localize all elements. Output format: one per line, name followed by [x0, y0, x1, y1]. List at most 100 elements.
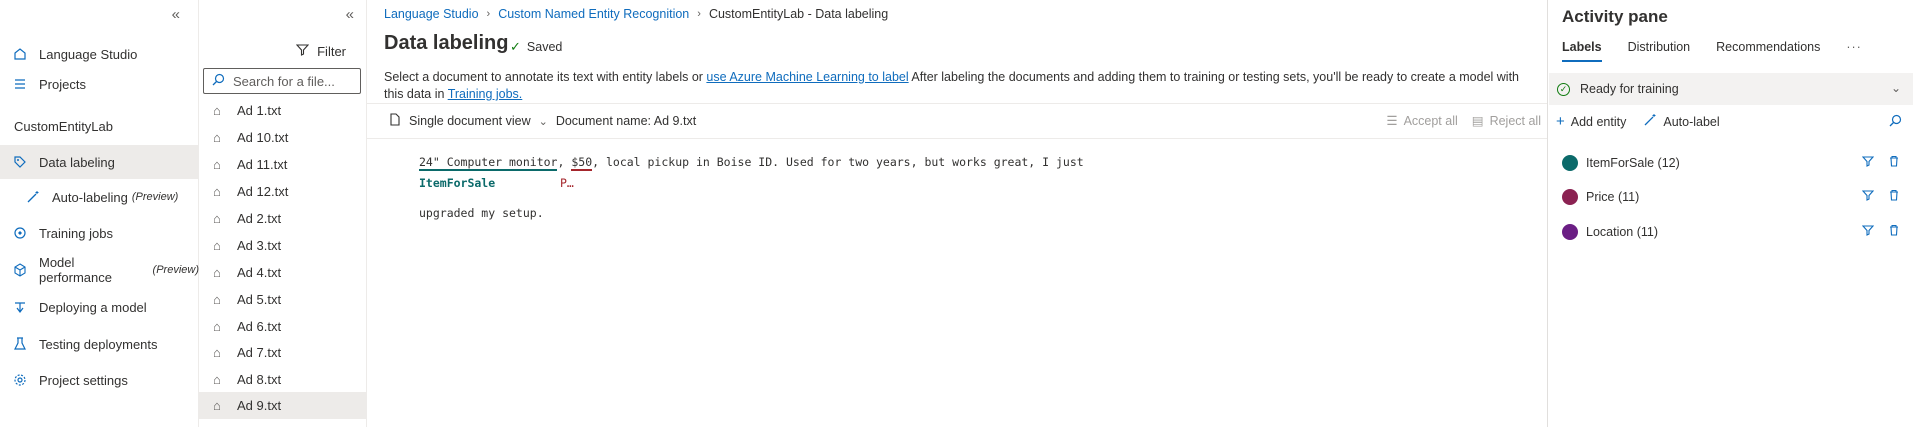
nav-item-training-jobs[interactable]: Training jobs	[0, 216, 199, 250]
file-search-input[interactable]: Search for a file...	[203, 68, 361, 94]
file-name: Ad 2.txt	[237, 211, 282, 226]
nav-label: Projects	[39, 76, 86, 92]
filter-button[interactable]: Filter	[295, 43, 346, 59]
file-item-ad-3[interactable]: ⌂ Ad 3.txt	[199, 232, 366, 259]
add-entity-button[interactable]: + Add entity	[1556, 113, 1626, 130]
file-item-ad-10[interactable]: ⌂ Ad 10.txt	[199, 124, 366, 151]
preview-badge: (Preview)	[131, 191, 179, 203]
nav-item-model-performance[interactable]: Model performance (Preview)	[0, 253, 199, 287]
more-tabs-icon[interactable]: ···	[1846, 40, 1862, 62]
entity-label-itemforsale[interactable]: ItemForSale	[419, 176, 495, 190]
view-mode-dropdown[interactable]: Single document view	[409, 114, 531, 128]
nav-item-language-studio[interactable]: Language Studio	[0, 37, 199, 71]
file-item-ad-9[interactable]: ⌂ Ad 9.txt	[199, 392, 366, 419]
tag-icon: ⌂	[213, 292, 221, 307]
entity-label-price[interactable]: P…	[560, 176, 574, 190]
tag-icon: ⌂	[213, 372, 221, 387]
tab-distribution[interactable]: Distribution	[1628, 40, 1691, 62]
document-text[interactable]: 24" Computer monitor, $50, local pickup …	[419, 155, 1084, 220]
nav-item-project-settings[interactable]: Project settings	[0, 363, 199, 397]
breadcrumb-language-studio[interactable]: Language Studio	[384, 7, 479, 21]
accept-all-button[interactable]: ☰ Accept all	[1386, 113, 1458, 129]
file-name: Ad 3.txt	[237, 238, 282, 253]
tab-labels[interactable]: Labels	[1562, 40, 1602, 62]
nav-item-deploying-a-model[interactable]: Deploying a model	[0, 290, 199, 324]
tag-icon: ⌂	[213, 103, 221, 118]
nav-label: Language Studio	[39, 46, 138, 62]
entity-row-itemforsale[interactable]: ItemForSale (12)	[1562, 152, 1902, 174]
plus-icon: +	[1556, 113, 1565, 130]
document-name: Document name: Ad 9.txt	[555, 114, 697, 128]
reject-all-button[interactable]: ▤ Reject all	[1471, 113, 1541, 129]
file-name: Ad 9.txt	[237, 398, 282, 413]
accept-all-icon: ☰	[1386, 114, 1398, 128]
nav-label: Training jobs	[39, 225, 113, 241]
tab-recommendations[interactable]: Recommendations	[1716, 40, 1820, 62]
entity-color-dot	[1562, 155, 1578, 171]
chevron-down-icon[interactable]: ⌄	[539, 115, 548, 128]
reject-all-icon: ▤	[1471, 114, 1484, 128]
tag-icon: ⌂	[213, 238, 221, 253]
breadcrumb-custom-ner[interactable]: Custom Named Entity Recognition	[498, 7, 689, 21]
file-item-ad-4[interactable]: ⌂ Ad 4.txt	[199, 259, 366, 286]
file-item-ad-5[interactable]: ⌂ Ad 5.txt	[199, 286, 366, 313]
chevron-down-icon[interactable]: ⌄	[1891, 81, 1901, 95]
nav-item-data-labeling[interactable]: Data labeling	[0, 145, 199, 179]
accept-all-label: Accept all	[1403, 113, 1458, 128]
document-line-1: 24" Computer monitor, $50, local pickup …	[419, 155, 1084, 171]
tag-icon: ⌂	[213, 345, 221, 360]
check-circle-icon: ✓	[1557, 82, 1570, 96]
auto-label-button[interactable]: Auto-label	[1644, 113, 1720, 130]
activity-tabs: Labels Distribution Recommendations ···	[1562, 40, 1862, 62]
home-icon	[13, 47, 27, 61]
collapse-nav-icon[interactable]: «	[172, 6, 180, 23]
nav-label: Model performance	[39, 255, 112, 285]
file-item-ad-2[interactable]: ⌂ Ad 2.txt	[199, 205, 366, 232]
left-navigation: « Language Studio Projects CustomEntityL…	[0, 0, 199, 427]
training-jobs-link[interactable]: Training jobs.	[448, 87, 523, 101]
deploy-icon	[13, 300, 27, 314]
file-item-ad-11[interactable]: ⌂ Ad 11.txt	[199, 151, 366, 178]
reject-all-label: Reject all	[1489, 113, 1541, 128]
collapse-list-icon[interactable]: «	[346, 6, 354, 23]
nav-label: Project settings	[39, 372, 128, 388]
file-item-ad-12[interactable]: ⌂ Ad 12.txt	[199, 178, 366, 205]
funnel-icon[interactable]	[1861, 224, 1875, 239]
search-icon	[212, 73, 225, 89]
entity-color-dot	[1562, 224, 1578, 240]
trash-icon[interactable]	[1888, 189, 1900, 204]
file-name: Ad 8.txt	[237, 372, 282, 387]
nav-label: Deploying a model	[39, 299, 147, 315]
list-icon	[13, 77, 27, 91]
file-name: Ad 4.txt	[237, 265, 282, 280]
file-name: Ad 1.txt	[237, 103, 282, 118]
file-name: Ad 12.txt	[237, 184, 289, 199]
entity-row-price[interactable]: Price (11)	[1562, 186, 1902, 208]
nav-item-projects[interactable]: Projects	[0, 67, 199, 101]
ready-for-training-banner[interactable]: ✓ Ready for training ⌄	[1549, 73, 1913, 105]
tag-icon: ⌂	[213, 184, 221, 199]
search-icon[interactable]	[1889, 114, 1902, 130]
entity-label: Price (11)	[1586, 190, 1640, 204]
text-fragment: , local pickup in Boise ID. Used for two…	[592, 155, 1084, 169]
azure-ml-link[interactable]: use Azure Machine Learning to label	[706, 70, 908, 84]
file-item-ad-7[interactable]: ⌂ Ad 7.txt	[199, 339, 366, 366]
funnel-icon[interactable]	[1861, 189, 1875, 204]
nav-label: Data labeling	[39, 154, 115, 170]
trash-icon[interactable]	[1888, 155, 1900, 170]
page-title: Data labeling	[384, 32, 509, 54]
chevron-right-icon: ›	[486, 8, 491, 20]
funnel-icon[interactable]	[1861, 155, 1875, 170]
entity-row-location[interactable]: Location (11)	[1562, 221, 1902, 243]
nav-item-testing-deployments[interactable]: Testing deployments	[0, 327, 199, 361]
file-name: Ad 5.txt	[237, 292, 282, 307]
file-name: Ad 11.txt	[237, 157, 288, 172]
file-item-ad-1[interactable]: ⌂ Ad 1.txt	[199, 97, 366, 124]
file-item-ad-6[interactable]: ⌂ Ad 6.txt	[199, 313, 366, 340]
trash-icon[interactable]	[1888, 224, 1900, 239]
saved-label: Saved	[526, 40, 563, 54]
file-item-ad-8[interactable]: ⌂ Ad 8.txt	[199, 366, 366, 393]
entity-span-itemforsale[interactable]: 24" Computer monitor	[419, 155, 558, 171]
nav-item-auto-labeling[interactable]: Auto-labeling (Preview)	[0, 180, 199, 214]
entity-span-price[interactable]: $50	[571, 155, 593, 171]
